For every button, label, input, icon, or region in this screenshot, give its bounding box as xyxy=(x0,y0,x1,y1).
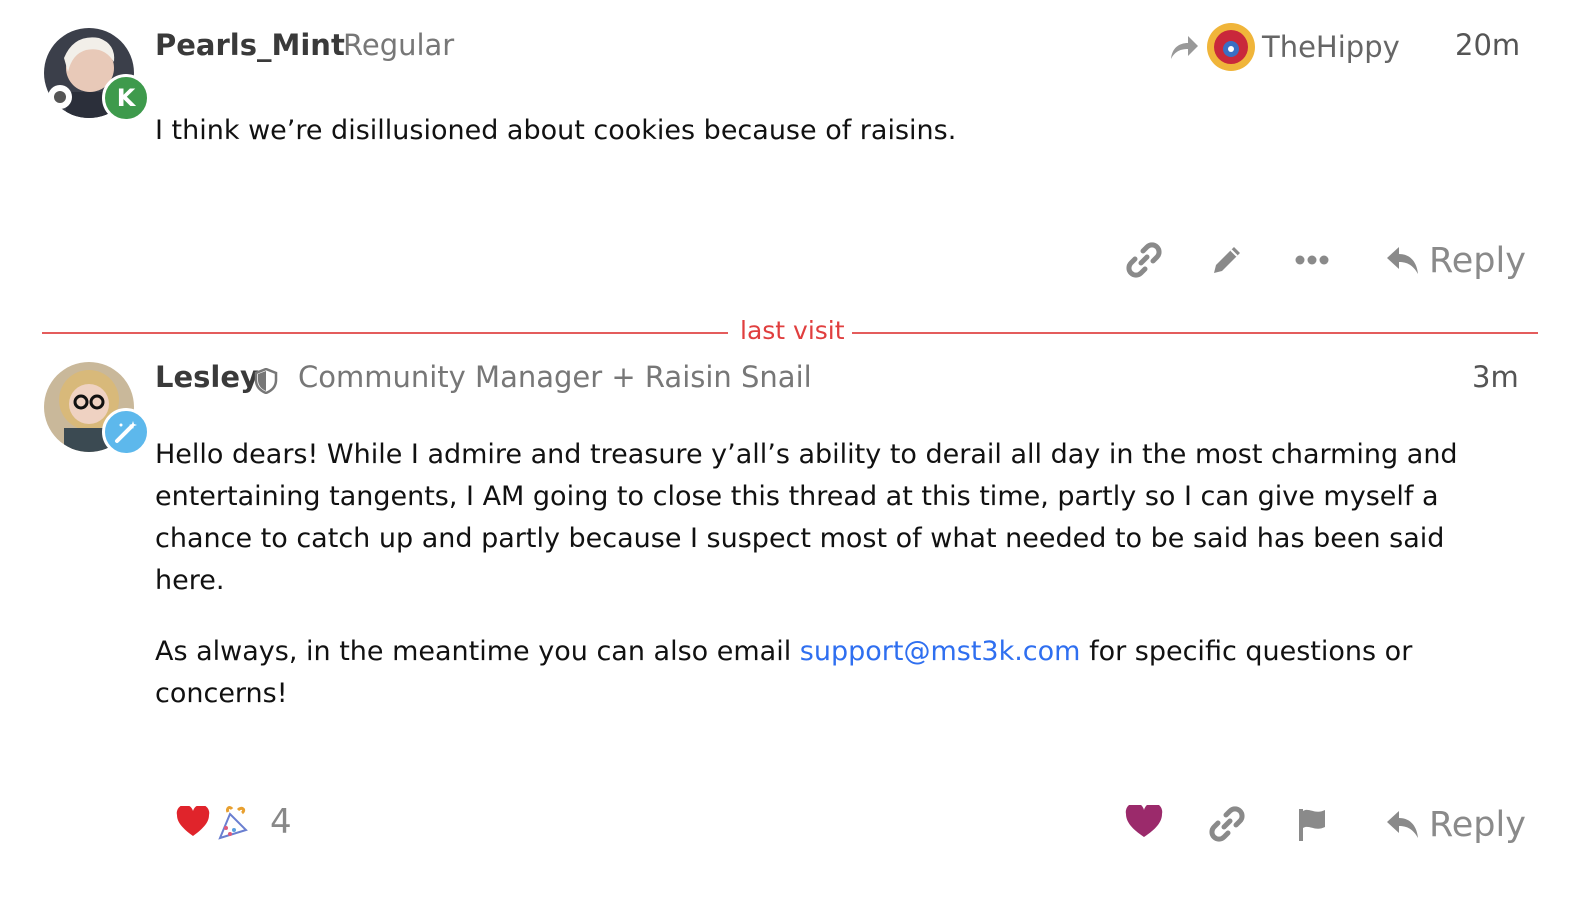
badge-disc-icon xyxy=(48,85,72,109)
last-visit-divider: last visit xyxy=(0,310,1588,356)
user-flair-icon xyxy=(102,408,150,456)
copy-link-button[interactable] xyxy=(1122,238,1166,282)
more-button[interactable] xyxy=(1290,238,1334,282)
reply-label: Reply xyxy=(1429,805,1526,845)
red-heart-icon xyxy=(176,806,210,836)
user-flair-icon: K xyxy=(102,74,150,122)
pencil-icon xyxy=(1214,247,1240,273)
post-paragraph-2: As always, in the meantime you can also … xyxy=(155,636,1413,709)
reply-to-username: TheHippy xyxy=(1262,30,1400,64)
magic-wand-icon xyxy=(115,421,137,443)
link-icon xyxy=(1126,242,1162,278)
divider-line-left xyxy=(42,332,728,334)
edit-button[interactable] xyxy=(1205,238,1249,282)
reply-to[interactable]: TheHippy xyxy=(1168,22,1400,72)
post-pearls-mint: K Pearls_Mint Regular TheHippy 20m I thi… xyxy=(0,0,1588,310)
post-body: I think we’re disillusioned about cookie… xyxy=(155,110,956,152)
username[interactable]: Pearls_Mint xyxy=(155,28,345,62)
reactions[interactable]: 4 xyxy=(176,802,292,842)
flag-icon xyxy=(1299,809,1325,841)
reply-icon xyxy=(1387,811,1418,838)
copy-link-button[interactable] xyxy=(1205,802,1249,846)
username[interactable]: Lesley xyxy=(155,360,259,394)
heart-icon xyxy=(1125,805,1163,837)
post-paragraph: I think we’re disillusioned about cookie… xyxy=(155,115,957,146)
divider-line-right xyxy=(852,332,1538,334)
user-title: Community Manager + Raisin Snail xyxy=(298,360,812,394)
reply-icon xyxy=(1387,247,1418,274)
reply-button[interactable]: Reply xyxy=(1385,798,1526,852)
more-icon xyxy=(1295,255,1329,265)
flag-button[interactable] xyxy=(1290,802,1334,846)
post-paragraph: Hello dears! While I admire and treasure… xyxy=(155,439,1458,596)
reply-button[interactable]: Reply xyxy=(1385,234,1526,288)
reply-to-avatar xyxy=(1206,22,1256,72)
share-arrow-icon xyxy=(1168,33,1200,61)
reply-label: Reply xyxy=(1429,241,1526,281)
post-lesley: Lesley Community Manager + Raisin Snail … xyxy=(0,356,1588,898)
last-visit-label: last visit xyxy=(740,316,845,345)
confetti-icon xyxy=(218,806,248,840)
moderator-shield-icon xyxy=(254,368,278,394)
post-time[interactable]: 3m xyxy=(1472,360,1519,394)
link-icon xyxy=(1209,806,1245,842)
like-button[interactable] xyxy=(1122,800,1166,844)
email-link[interactable]: support@mst3k.com xyxy=(800,636,1081,667)
post-body: Hello dears! While I admire and treasure… xyxy=(155,434,1495,715)
reaction-count: 4 xyxy=(270,802,292,842)
user-title: Regular xyxy=(343,28,455,62)
post-time[interactable]: 20m xyxy=(1455,28,1520,62)
